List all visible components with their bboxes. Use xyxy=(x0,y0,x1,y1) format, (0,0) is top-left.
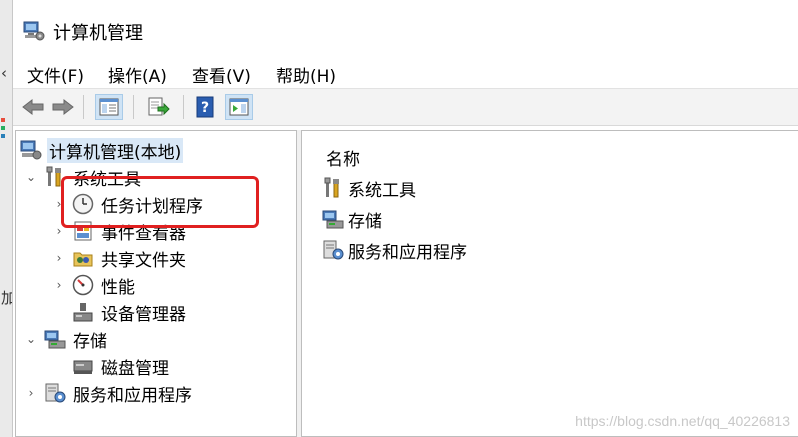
chevron-down-icon[interactable]: ⌄ xyxy=(24,332,38,346)
storage-icon xyxy=(322,210,344,229)
back-arrow-icon xyxy=(22,98,44,116)
menu-help[interactable]: 帮助(H) xyxy=(274,62,338,87)
chevron-down-icon[interactable]: ⌄ xyxy=(24,170,38,184)
services-applications-icon xyxy=(323,240,344,260)
computer-management-window: 计算机管理 文件(F) 操作(A) 查看(V) 帮助(H) ? 计算机管理(本地… xyxy=(12,0,798,437)
forward-arrow-icon xyxy=(52,98,74,116)
chevron-right-icon[interactable]: › xyxy=(24,386,38,400)
chevron-right-icon[interactable]: › xyxy=(52,251,66,265)
help-button[interactable]: ? xyxy=(191,94,219,120)
background-window-edge: ‹ 加 xyxy=(0,0,16,437)
system-tools-icon xyxy=(46,166,61,187)
tree-node-label: 服务和应用程序 xyxy=(73,385,192,406)
menu-view[interactable]: 查看(V) xyxy=(190,62,253,87)
tree-node-label: 存储 xyxy=(73,331,107,352)
forward-button[interactable] xyxy=(49,94,77,120)
tree-node-system-tools[interactable]: ⌄ 系统工具 xyxy=(24,164,143,190)
tree-node-label: 磁盘管理 xyxy=(101,358,169,379)
tree-node-label: 性能 xyxy=(101,277,135,298)
tree-node-label: 事件查看器 xyxy=(101,223,186,244)
tree-node-label: 共享文件夹 xyxy=(101,250,186,271)
tree-node-label: 设备管理器 xyxy=(101,304,186,325)
storage-icon xyxy=(44,330,66,349)
watermark: https://blog.csdn.net/qq_40226813 xyxy=(575,413,790,429)
services-applications-icon xyxy=(45,383,66,403)
tree-node-storage[interactable]: ⌄ 存储 xyxy=(24,326,109,352)
list-item-system-tools[interactable]: 系统工具 xyxy=(322,175,416,201)
tree-node-performance[interactable]: › 性能 xyxy=(52,272,137,298)
computer-management-icon xyxy=(23,21,45,41)
column-header-name[interactable]: 名称 xyxy=(326,145,360,170)
menu-bar: 文件(F) 操作(A) 查看(V) 帮助(H) xyxy=(13,58,798,88)
tree-node-computer-management-local[interactable]: 计算机管理(本地) xyxy=(20,137,184,163)
computer-management-icon xyxy=(20,140,42,160)
action-pane-button[interactable] xyxy=(225,94,253,120)
console-tree-pane[interactable]: 计算机管理(本地) ⌄ 系统工具 › 任务计划程序 › 事件查看器 › 共享文件… xyxy=(15,130,297,437)
shared-folders-icon xyxy=(73,252,93,267)
tree-node-disk-management[interactable]: 磁盘管理 xyxy=(72,353,171,379)
toolbar-separator xyxy=(133,95,134,119)
list-item-storage[interactable]: 存储 xyxy=(322,206,382,232)
list-item-label: 系统工具 xyxy=(348,180,416,201)
export-list-icon xyxy=(148,97,170,116)
tree-node-services-and-applications[interactable]: › 服务和应用程序 xyxy=(24,380,194,406)
system-tools-icon xyxy=(324,177,339,198)
chevron-right-icon[interactable]: › xyxy=(52,224,66,238)
background-color-dots xyxy=(1,118,5,142)
tree-node-device-manager[interactable]: 设备管理器 xyxy=(72,299,188,325)
export-list-button[interactable] xyxy=(145,94,173,120)
action-pane-icon xyxy=(229,98,249,116)
toolbar: ? xyxy=(13,88,798,126)
background-arrow-glyph: ‹ xyxy=(1,64,7,82)
show-hide-console-tree-icon xyxy=(99,98,119,116)
toolbar-separator xyxy=(183,95,184,119)
tree-node-shared-folders[interactable]: › 共享文件夹 xyxy=(52,245,188,271)
menu-action[interactable]: 操作(A) xyxy=(106,62,169,87)
device-manager-icon xyxy=(73,303,93,322)
show-hide-console-tree-button[interactable] xyxy=(95,94,123,120)
event-viewer-icon xyxy=(74,221,92,241)
tree-node-label: 任务计划程序 xyxy=(101,196,203,217)
chevron-right-icon[interactable]: › xyxy=(52,197,66,211)
toolbar-separator xyxy=(83,95,84,119)
list-item-label: 服务和应用程序 xyxy=(348,242,467,263)
menu-file[interactable]: 文件(F) xyxy=(25,62,86,87)
tree-node-event-viewer[interactable]: › 事件查看器 xyxy=(52,218,188,244)
svg-text:?: ? xyxy=(201,100,209,116)
gauge-icon xyxy=(72,274,94,296)
clock-icon xyxy=(72,193,94,215)
disk-management-icon xyxy=(73,360,93,374)
tree-node-label: 计算机管理(本地) xyxy=(47,137,184,163)
tree-node-task-scheduler[interactable]: › 任务计划程序 xyxy=(52,191,205,217)
chevron-right-icon[interactable]: › xyxy=(52,278,66,292)
help-icon: ? xyxy=(196,96,214,118)
list-item-label: 存储 xyxy=(348,211,382,232)
results-pane[interactable]: 名称 系统工具 存储 服务和应用程序 xyxy=(301,130,798,437)
back-button[interactable] xyxy=(19,94,47,120)
tree-node-label: 系统工具 xyxy=(73,169,141,190)
list-item-services-and-applications[interactable]: 服务和应用程序 xyxy=(322,237,467,263)
window-title: 计算机管理 xyxy=(53,23,143,44)
title-bar[interactable]: 计算机管理 xyxy=(13,0,798,58)
